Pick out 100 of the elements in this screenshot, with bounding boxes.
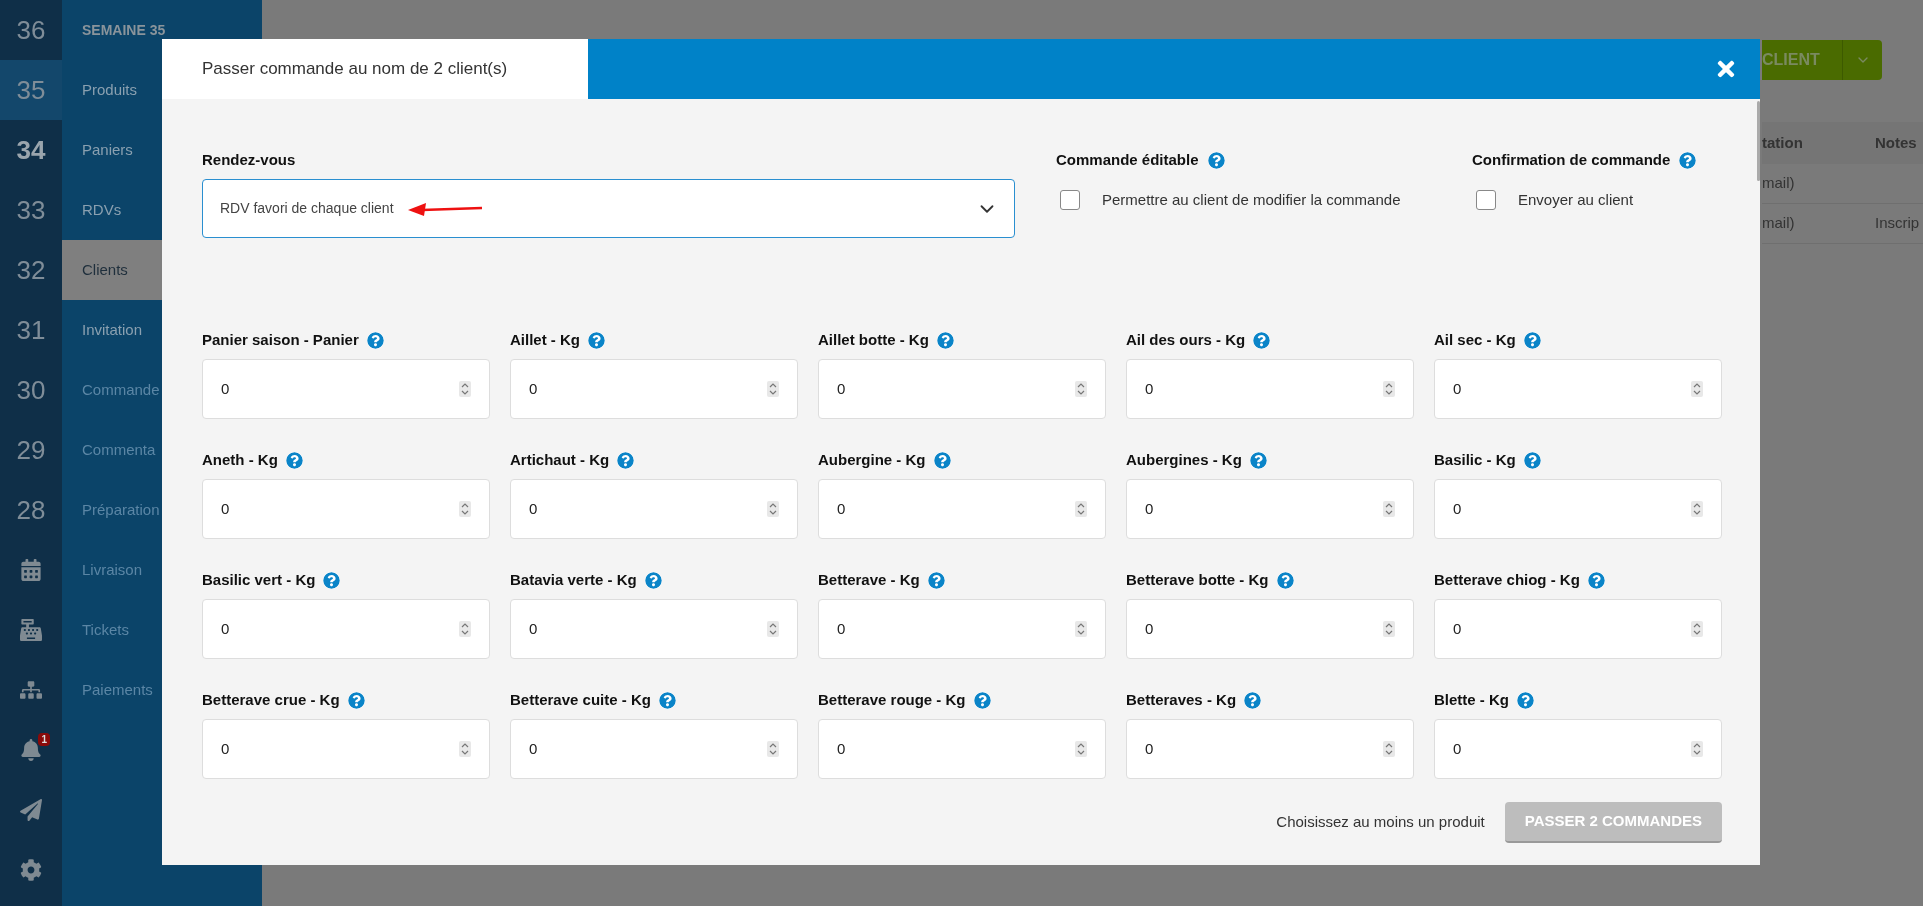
checkbox[interactable] — [1476, 190, 1496, 211]
help-icon[interactable] — [588, 331, 605, 349]
quantity-value: 0 — [529, 378, 539, 399]
week-number[interactable]: 28 — [0, 480, 62, 540]
quantity-value: 0 — [221, 498, 231, 519]
help-icon[interactable] — [347, 691, 365, 709]
quantity-input[interactable]: 0 — [510, 719, 798, 779]
product-label: Blette - Kg — [1434, 689, 1509, 710]
quantity-input[interactable]: 0 — [510, 479, 798, 539]
quantity-input[interactable]: 0 — [1434, 719, 1722, 779]
spinner-icon[interactable] — [767, 621, 779, 637]
spinner-icon[interactable] — [459, 741, 471, 757]
bell-icon[interactable] — [20, 739, 42, 761]
week-number[interactable]: 29 — [0, 420, 62, 480]
quantity-value: 0 — [529, 498, 539, 519]
help-icon[interactable] — [927, 571, 945, 589]
spinner-icon[interactable] — [767, 501, 779, 517]
field-label: Rendez-vous — [202, 150, 297, 170]
spinner-icon[interactable] — [459, 621, 471, 637]
week-number[interactable]: 32 — [0, 240, 62, 300]
calendar-icon[interactable] — [20, 559, 42, 581]
help-icon[interactable] — [1249, 451, 1267, 469]
quantity-input[interactable]: 0 — [818, 359, 1106, 419]
quantity-input[interactable]: 0 — [1126, 359, 1414, 419]
spinner-icon[interactable] — [459, 381, 471, 397]
spinner-icon[interactable] — [1691, 381, 1703, 397]
spinner-icon[interactable] — [1691, 621, 1703, 637]
product-label: Batavia verte - Kg — [510, 569, 637, 590]
product-label: Aillet - Kg — [510, 329, 580, 350]
product-label: Aubergines - Kg — [1126, 449, 1242, 470]
quantity-value: 0 — [1453, 618, 1463, 639]
quantity-input[interactable]: 0 — [818, 479, 1106, 539]
quantity-input[interactable]: 0 — [202, 479, 490, 539]
week-number[interactable]: 36 — [0, 0, 62, 60]
quantity-input[interactable]: 0 — [510, 359, 798, 419]
help-icon[interactable] — [366, 331, 384, 349]
help-icon[interactable] — [644, 571, 662, 589]
option-title: Confirmation de commande — [1472, 149, 1671, 170]
help-icon[interactable] — [1244, 691, 1262, 709]
quantity-input[interactable]: 0 — [202, 359, 490, 419]
help-icon[interactable] — [936, 331, 954, 349]
quantity-input[interactable]: 0 — [202, 599, 490, 659]
settings-icon[interactable] — [20, 859, 42, 881]
spinner-icon[interactable] — [1383, 501, 1395, 517]
product-label: Betteraves - Kg — [1126, 689, 1237, 710]
appointment-select[interactable]: RDV favori de chaque client — [202, 179, 1015, 238]
help-icon[interactable] — [658, 691, 676, 709]
checkbox[interactable] — [1060, 190, 1080, 211]
help-icon[interactable] — [323, 571, 341, 589]
sitemap-icon[interactable] — [20, 679, 42, 701]
quantity-input[interactable]: 0 — [1126, 719, 1414, 779]
help-icon[interactable] — [1253, 331, 1271, 349]
quantity-input[interactable]: 0 — [1434, 599, 1722, 659]
help-icon[interactable] — [1276, 571, 1294, 589]
product-label: Betterave crue - Kg — [202, 689, 340, 710]
quantity-input[interactable]: 0 — [510, 599, 798, 659]
help-icon[interactable] — [285, 451, 303, 469]
cash-register-icon[interactable] — [20, 619, 42, 641]
quantity-input[interactable]: 0 — [1126, 599, 1414, 659]
week-number[interactable]: 31 — [0, 300, 62, 360]
help-icon[interactable] — [617, 451, 635, 469]
nav-heading: SEMAINE 35 — [81, 20, 167, 40]
paper-plane-icon[interactable] — [20, 799, 42, 821]
spinner-icon[interactable] — [1075, 501, 1087, 517]
spinner-icon[interactable] — [1075, 621, 1087, 637]
quantity-input[interactable]: 0 — [818, 599, 1106, 659]
help-icon[interactable] — [1523, 331, 1541, 349]
product-label: Ail sec - Kg — [1434, 329, 1516, 350]
help-icon[interactable] — [933, 451, 951, 469]
select-value: RDV favori de chaque client — [220, 199, 394, 218]
spinner-icon[interactable] — [767, 741, 779, 757]
quantity-value: 0 — [837, 738, 847, 759]
week-number[interactable]: 34 — [0, 120, 62, 180]
product-label: Betterave botte - Kg — [1126, 569, 1269, 590]
spinner-icon[interactable] — [1075, 381, 1087, 397]
quantity-input[interactable]: 0 — [1126, 479, 1414, 539]
quantity-input[interactable]: 0 — [1434, 479, 1722, 539]
week-number[interactable]: 33 — [0, 180, 62, 240]
spinner-icon[interactable] — [1691, 501, 1703, 517]
product-label: Betterave chiog - Kg — [1434, 569, 1580, 590]
checkbox-label: Envoyer au client — [1518, 190, 1634, 210]
quantity-input[interactable]: 0 — [202, 719, 490, 779]
help-icon[interactable] — [1587, 571, 1605, 589]
help-icon[interactable] — [1207, 151, 1225, 169]
spinner-icon[interactable] — [1383, 381, 1395, 397]
help-icon[interactable] — [1517, 691, 1534, 709]
spinner-icon[interactable] — [1383, 621, 1395, 637]
spinner-icon[interactable] — [1383, 741, 1395, 757]
quantity-value: 0 — [1145, 498, 1155, 519]
product-label: Panier saison - Panier — [202, 329, 359, 350]
week-number[interactable]: 30 — [0, 360, 62, 420]
quantity-input[interactable]: 0 — [818, 719, 1106, 779]
spinner-icon[interactable] — [1691, 741, 1703, 757]
spinner-icon[interactable] — [459, 501, 471, 517]
quantity-input[interactable]: 0 — [1434, 359, 1722, 419]
help-icon[interactable] — [1679, 151, 1697, 169]
spinner-icon[interactable] — [1075, 741, 1087, 757]
spinner-icon[interactable] — [767, 381, 779, 397]
help-icon[interactable] — [1523, 451, 1541, 469]
help-icon[interactable] — [973, 691, 991, 709]
